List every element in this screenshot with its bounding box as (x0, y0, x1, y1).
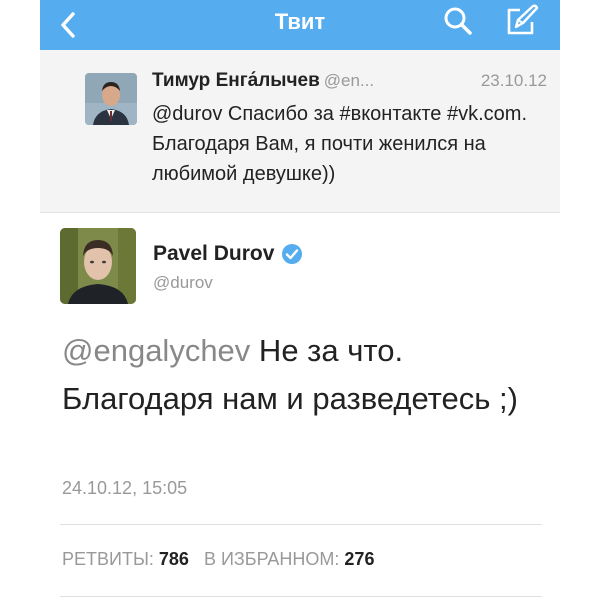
favorites-count: 276 (344, 549, 375, 569)
divider (60, 596, 542, 597)
author-handle[interactable]: @durov (153, 273, 213, 293)
back-button[interactable] (50, 6, 86, 44)
tweet-timestamp: 24.10.12, 15:05 (62, 478, 188, 498)
reply-text: @durov Спасибо за #вконтакте #vk.com. Бл… (152, 103, 527, 185)
reply-avatar-image (85, 73, 137, 125)
reply-author-handle[interactable]: @en... (324, 71, 374, 90)
author-name[interactable]: Pavel Durov (153, 242, 303, 266)
favorites-stat[interactable]: В ИЗБРАННОМ: 276 (204, 549, 375, 569)
retweets-stat[interactable]: РЕТВИТЫ: 786 (62, 549, 189, 569)
verified-badge-icon (281, 243, 303, 265)
navigation-bar: Твит (40, 0, 560, 50)
search-icon (444, 7, 472, 35)
tweet-text: @engalychev Не за что. Благодаря нам и р… (62, 327, 542, 423)
retweets-label: РЕТВИТЫ: (62, 549, 154, 569)
page-title: Твит (274, 9, 326, 34)
mention-link[interactable]: @engalychev (62, 333, 250, 368)
tweet-page: Твит Тимур Енга́лычев @en... 23.10.12 @d… (0, 0, 600, 600)
author-avatar-image (60, 228, 136, 304)
tweet-stats: РЕТВИТЫ: 786 В ИЗБРАННОМ: 276 (62, 549, 374, 570)
chevron-left-icon (61, 12, 75, 38)
compose-icon (507, 4, 539, 35)
reply-header: Тимур Енга́лычев @en... 23.10.12 (152, 70, 547, 96)
divider (60, 524, 542, 525)
author-name-text: Pavel Durov (153, 242, 275, 265)
avatar[interactable] (85, 73, 137, 125)
search-button[interactable] (440, 2, 476, 40)
reply-author-name[interactable]: Тимур Енга́лычев (152, 70, 320, 91)
compose-button[interactable] (502, 0, 542, 40)
reply-date: 23.10.12 (480, 71, 547, 90)
in-reply-to-tweet[interactable]: Тимур Енга́лычев @en... 23.10.12 @durov С… (40, 50, 560, 213)
author-avatar[interactable] (60, 228, 136, 304)
retweets-count: 786 (158, 549, 189, 569)
favorites-label: В ИЗБРАННОМ: (203, 549, 340, 569)
